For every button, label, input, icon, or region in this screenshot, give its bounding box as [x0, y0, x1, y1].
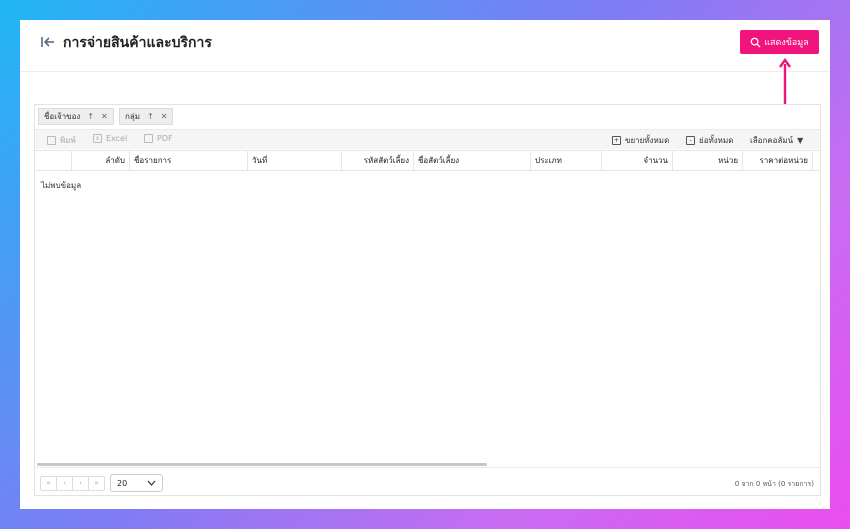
excel-button[interactable]: x Excel — [93, 134, 127, 143]
column-header-item-name[interactable]: ชื่อรายการ — [129, 151, 247, 170]
caret-down-icon: ▼ — [797, 136, 804, 145]
expand-icon: + — [612, 136, 621, 145]
column-header-pet-code[interactable]: รหัสสัตว์เลี้ยง — [341, 151, 413, 170]
collapse-all-button[interactable]: - ย่อทั้งหมด — [686, 134, 733, 147]
expand-all-label: ขยายทั้งหมด — [625, 136, 670, 145]
sort-up-icon[interactable]: ↑ — [87, 112, 94, 121]
expand-all-button[interactable]: + ขยายทั้งหมด — [612, 134, 669, 147]
next-page-button[interactable]: › — [73, 477, 89, 490]
empty-message: ไม่พบข้อมูล — [41, 181, 82, 190]
column-header-unit[interactable]: หน่วย — [672, 151, 742, 170]
page-size-select[interactable]: 20 — [110, 474, 163, 492]
excel-icon: x — [93, 134, 102, 143]
pdf-icon — [144, 134, 153, 143]
column-header-spacer — [812, 151, 821, 170]
pdf-label: PDF — [157, 134, 173, 143]
group-chip-owner[interactable]: ชื่อเจ้าของ ↑ ✕ — [38, 108, 114, 125]
sort-up-icon[interactable]: ↑ — [147, 112, 154, 121]
back-arrow-icon[interactable] — [40, 35, 56, 49]
pager-info: 0 จาก 0 หน้า (0 รายการ) — [734, 480, 814, 488]
page-size-value: 20 — [117, 478, 128, 488]
horizontal-scrollbar[interactable] — [37, 463, 487, 466]
pdf-button[interactable]: PDF — [144, 134, 173, 143]
search-icon — [750, 37, 761, 48]
close-icon[interactable]: ✕ — [161, 112, 168, 121]
choose-columns-label: เลือกคอลัมน์ — [750, 136, 794, 145]
column-header-pet-name[interactable]: ชื่อสัตว์เลี้ยง — [413, 151, 530, 170]
close-icon[interactable]: ✕ — [101, 112, 108, 121]
first-page-button[interactable]: « — [41, 477, 57, 490]
print-label: พิมพ์ — [60, 136, 76, 145]
show-data-button-label: แสดงข้อมูล — [764, 38, 809, 48]
collapse-icon: - — [686, 136, 695, 145]
data-grid: ชื่อเจ้าของ ↑ ✕ กลุ่ม ↑ ✕ พิมพ์ x Excel … — [34, 104, 821, 496]
column-header-expander — [35, 151, 71, 170]
pager: « ‹ › » 20 0 จาก 0 หน้า (0 รายการ) — [35, 467, 820, 495]
grid-toolbar: พิมพ์ x Excel PDF + ขยายทั้งหมด - ย่อทั้… — [35, 129, 820, 149]
last-page-button[interactable]: » — [89, 477, 104, 490]
column-header-type[interactable]: ประเภท — [530, 151, 601, 170]
group-chip-group[interactable]: กลุ่ม ↑ ✕ — [119, 108, 174, 125]
annotation-arrow-icon — [779, 58, 791, 106]
collapse-all-label: ย่อทั้งหมด — [699, 136, 734, 145]
column-header-unit-price[interactable]: ราคาต่อหน่วย — [742, 151, 812, 170]
group-chip-label: ชื่อเจ้าของ — [44, 112, 81, 121]
main-card: การจ่ายสินค้าและบริการ แสดงข้อมูล ชื่อเจ… — [20, 20, 830, 509]
print-button[interactable]: พิมพ์ — [47, 134, 76, 147]
choose-columns-button[interactable]: เลือกคอลัมน์ ▼ — [750, 134, 803, 147]
chevron-down-icon — [147, 480, 156, 486]
page-title: การจ่ายสินค้าและบริการ — [63, 35, 212, 51]
excel-label: Excel — [106, 134, 128, 143]
pager-nav: « ‹ › » — [40, 476, 105, 491]
printer-icon — [47, 136, 56, 145]
column-header-quantity[interactable]: จำนวน — [601, 151, 672, 170]
page-header: การจ่ายสินค้าและบริการ แสดงข้อมูล — [20, 20, 830, 72]
table-header: ลำดับ ชื่อรายการ วันที่ รหัสสัตว์เลี้ยง … — [35, 150, 820, 171]
show-data-button[interactable]: แสดงข้อมูล — [740, 30, 819, 54]
group-chip-label: กลุ่ม — [125, 112, 141, 121]
column-header-date[interactable]: วันที่ — [247, 151, 341, 170]
column-header-no[interactable]: ลำดับ — [71, 151, 129, 170]
prev-page-button[interactable]: ‹ — [57, 477, 73, 490]
group-panel: ชื่อเจ้าของ ↑ ✕ กลุ่ม ↑ ✕ — [35, 105, 820, 127]
